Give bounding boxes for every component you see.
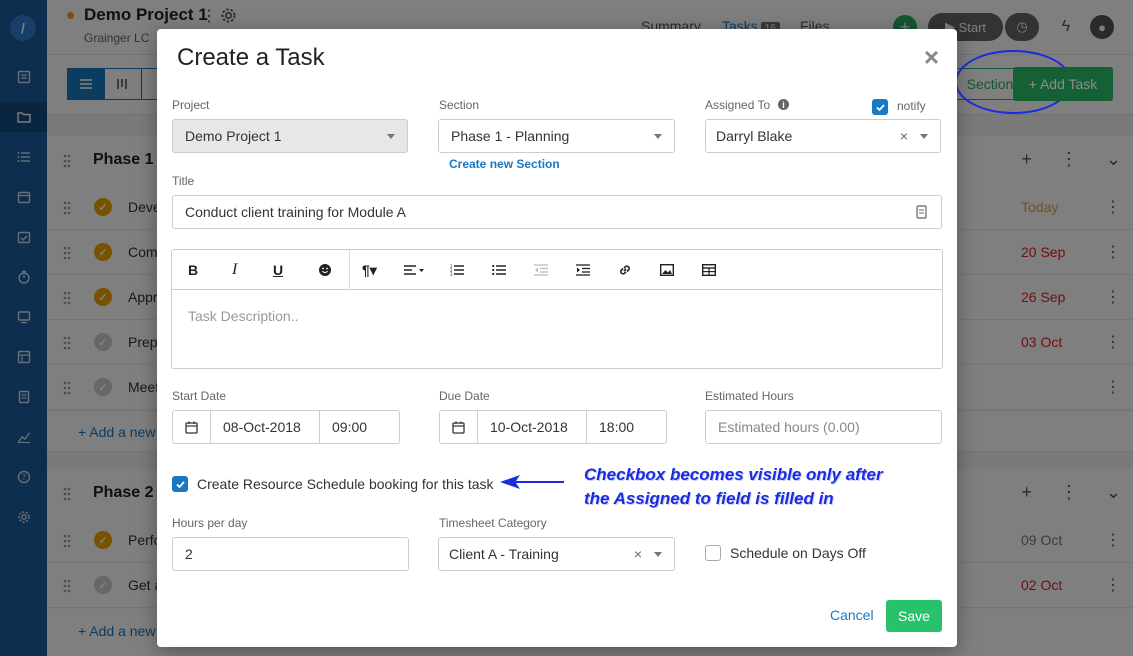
hours-per-day-label: Hours per day: [172, 516, 248, 530]
chevron-down-icon: [920, 134, 928, 139]
table-icon[interactable]: [702, 260, 716, 280]
notify-checkbox[interactable]: [872, 99, 888, 115]
due-time-input[interactable]: 18:00: [587, 410, 667, 444]
annotation-arrow-icon: [500, 475, 564, 489]
svg-text:3: 3: [450, 272, 453, 276]
assigned-value: Darryl Blake: [716, 128, 793, 144]
start-time-input[interactable]: 09:00: [320, 410, 400, 444]
annotation-line-1: Checkbox becomes visible only after: [584, 465, 883, 484]
estimated-hours-input[interactable]: Estimated hours (0.00): [705, 410, 942, 444]
schedule-days-off-label: Schedule on Days Off: [730, 545, 866, 561]
emoji-icon[interactable]: [318, 260, 332, 280]
timesheet-category-select[interactable]: Client A - Training ×: [438, 537, 675, 571]
project-value: Demo Project 1: [185, 128, 282, 144]
title-label: Title: [172, 174, 195, 188]
italic-icon[interactable]: I: [232, 260, 237, 280]
hours-per-day-input[interactable]: 2: [172, 537, 409, 571]
project-select[interactable]: Demo Project 1: [172, 119, 408, 153]
editor-toolbar: B I U ¶▾ 123: [172, 250, 942, 290]
estimated-hours-label: Estimated Hours: [705, 389, 794, 403]
assigned-to-select[interactable]: Darryl Blake ×: [705, 119, 941, 153]
save-button[interactable]: Save: [886, 600, 942, 632]
unordered-list-icon[interactable]: [492, 260, 506, 280]
resource-booking-checkbox[interactable]: [172, 476, 188, 492]
due-date-label: Due Date: [439, 389, 490, 403]
assigned-to-label: Assigned To: [705, 98, 771, 112]
title-value: Conduct client training for Module A: [185, 204, 407, 220]
section-value: Phase 1 - Planning: [451, 128, 570, 144]
create-task-modal: Create a Task × Project Demo Project 1 S…: [157, 29, 957, 647]
outdent-icon[interactable]: [534, 260, 548, 280]
chevron-down-icon: [387, 134, 395, 139]
modal-title: Create a Task: [177, 44, 325, 71]
start-date-label: Start Date: [172, 389, 227, 403]
timesheet-category-label: Timesheet Category: [439, 516, 547, 530]
chevron-down-icon: [654, 134, 662, 139]
add-task-button-highlighted[interactable]: + Add Task: [1013, 67, 1113, 101]
resource-booking-label: Create Resource Schedule booking for thi…: [197, 476, 494, 492]
clear-icon[interactable]: ×: [634, 546, 642, 562]
section-label: Section: [439, 98, 480, 112]
indent-icon[interactable]: [576, 260, 590, 280]
due-calendar-icon[interactable]: [439, 410, 478, 444]
image-icon[interactable]: [660, 260, 674, 280]
start-date-input[interactable]: 08-Oct-2018: [211, 410, 320, 444]
link-icon[interactable]: [618, 260, 632, 280]
chevron-down-icon: [654, 552, 662, 557]
start-calendar-icon[interactable]: [172, 410, 211, 444]
toolbar-divider: [349, 250, 350, 290]
project-label: Project: [172, 98, 210, 112]
info-icon[interactable]: i: [778, 99, 789, 110]
timesheet-category-value: Client A - Training: [449, 546, 559, 562]
task-description-placeholder: Task Description..: [188, 308, 299, 324]
section-select[interactable]: Phase 1 - Planning: [438, 119, 675, 153]
title-input[interactable]: Conduct client training for Module A: [172, 195, 942, 229]
notify-label: notify: [897, 99, 926, 113]
task-description-editor[interactable]: B I U ¶▾ 123 Task Description..: [171, 249, 943, 369]
annotation-note: Checkbox becomes visible only after the …: [584, 463, 883, 511]
align-icon[interactable]: [403, 260, 425, 280]
annotation-line-2: the Assigned to field is filled in: [584, 489, 834, 508]
notes-icon[interactable]: [916, 205, 927, 222]
cancel-button[interactable]: Cancel: [830, 607, 874, 623]
close-icon[interactable]: ×: [924, 42, 939, 73]
schedule-days-off-checkbox[interactable]: [705, 545, 721, 561]
underline-icon[interactable]: U: [273, 260, 283, 280]
ordered-list-icon[interactable]: 123: [450, 260, 464, 280]
paragraph-icon[interactable]: ¶▾: [362, 260, 377, 280]
bold-icon[interactable]: B: [188, 260, 198, 280]
create-new-section-link[interactable]: Create new Section: [449, 157, 560, 171]
due-date-input[interactable]: 10-Oct-2018: [478, 410, 587, 444]
clear-icon[interactable]: ×: [900, 128, 908, 144]
